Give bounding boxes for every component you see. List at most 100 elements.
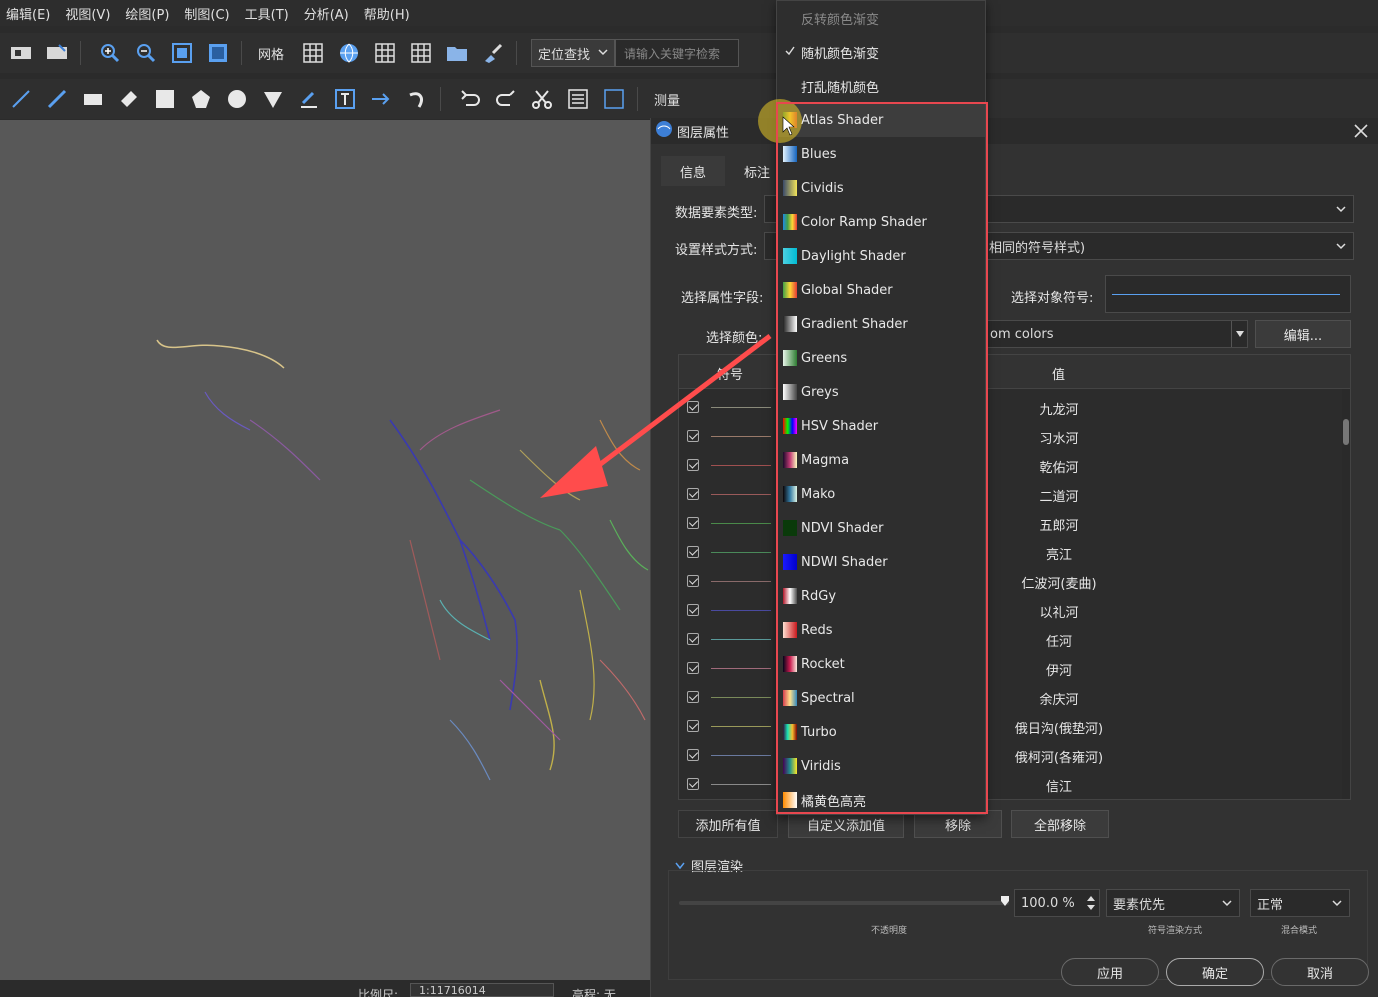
ramp-item[interactable]: Viridis — [777, 749, 985, 783]
triangle-icon[interactable] — [258, 84, 288, 114]
close-icon[interactable] — [1351, 121, 1371, 141]
search-input[interactable]: 请输入关键字检索 — [615, 39, 740, 67]
brush-icon[interactable] — [478, 38, 508, 68]
menu-item-0[interactable]: 编辑(E) — [6, 4, 50, 23]
ramp-item[interactable]: Magma — [777, 443, 985, 477]
row-symbol-line[interactable] — [711, 407, 771, 408]
row-checkbox[interactable] — [687, 401, 699, 413]
menu-item-6[interactable]: 帮助(H) — [364, 4, 410, 23]
row-symbol-line[interactable] — [711, 639, 771, 640]
eraser-icon[interactable] — [114, 84, 144, 114]
ramp-item[interactable]: Greys — [777, 375, 985, 409]
ramp-item[interactable]: Greens — [777, 341, 985, 375]
tool-1-icon[interactable] — [6, 38, 36, 68]
menu-option-1[interactable]: 随机颜色渐变 — [777, 35, 987, 69]
row-symbol-line[interactable] — [711, 610, 771, 611]
row-checkbox[interactable] — [687, 575, 699, 587]
ramp-item[interactable]: Color Ramp Shader — [777, 205, 985, 239]
row-checkbox[interactable] — [687, 488, 699, 500]
curve-arrow-icon[interactable] — [402, 84, 432, 114]
row-symbol-line[interactable] — [711, 523, 771, 524]
table-scrollbar[interactable] — [1342, 389, 1350, 799]
row-checkbox[interactable] — [687, 749, 699, 761]
zoom-layer-icon[interactable] — [203, 38, 233, 68]
row-checkbox[interactable] — [687, 720, 699, 732]
ok-button[interactable]: 确定 — [1166, 958, 1264, 986]
measure-label[interactable]: 测量 — [654, 90, 680, 109]
menu-option-2[interactable]: 打乱随机颜色 — [777, 69, 987, 103]
tab-info[interactable]: 信息 — [661, 156, 725, 186]
map-canvas[interactable] — [0, 120, 650, 980]
ramp-item[interactable]: NDVI Shader — [777, 511, 985, 545]
scissors-icon[interactable] — [527, 84, 557, 114]
ramp-item[interactable]: Global Shader — [777, 273, 985, 307]
cancel-button[interactable]: 取消 — [1271, 958, 1369, 986]
row-checkbox[interactable] — [687, 778, 699, 790]
row-symbol-line[interactable] — [711, 552, 771, 553]
row-symbol-line[interactable] — [711, 697, 771, 698]
tool-2-icon[interactable] — [42, 38, 72, 68]
row-symbol-line[interactable] — [711, 581, 771, 582]
row-checkbox[interactable] — [687, 546, 699, 558]
grid-label[interactable]: 网格 — [258, 44, 284, 63]
ramp-item[interactable]: Spectral — [777, 681, 985, 715]
grid-icon[interactable] — [298, 38, 328, 68]
ramp-item[interactable]: Atlas Shader — [777, 103, 985, 137]
square-icon[interactable] — [150, 84, 180, 114]
full-extent-icon[interactable] — [167, 38, 197, 68]
properties-icon[interactable] — [599, 84, 629, 114]
color-ramp-select[interactable]: om colors — [983, 320, 1248, 348]
row-checkbox[interactable] — [687, 604, 699, 616]
object-symbol-preview[interactable] — [1105, 275, 1351, 313]
symbol-mode-select[interactable]: 要素优先 — [1106, 889, 1240, 917]
menu-item-3[interactable]: 制图(C) — [184, 4, 229, 23]
locate-combo[interactable]: 定位查找 — [531, 39, 616, 67]
dms-grid-icon[interactable] — [406, 38, 436, 68]
opacity-slider-handle[interactable] — [1001, 895, 1009, 906]
ramp-item[interactable]: NDWI Shader — [777, 545, 985, 579]
text-box-icon[interactable] — [330, 84, 360, 114]
remove-all-button[interactable]: 全部移除 — [1011, 810, 1109, 838]
menu-item-1[interactable]: 视图(V) — [65, 4, 110, 23]
redo-icon[interactable] — [491, 84, 521, 114]
ramp-item[interactable]: Blues — [777, 137, 985, 171]
menu-item-5[interactable]: 分析(A) — [304, 4, 349, 23]
triangle-down-icon[interactable] — [1231, 321, 1247, 347]
undo-icon[interactable] — [455, 84, 485, 114]
arrow-right-icon[interactable] — [366, 84, 396, 114]
row-symbol-line[interactable] — [711, 494, 771, 495]
list-icon[interactable] — [563, 84, 593, 114]
ramp-item[interactable]: HSV Shader — [777, 409, 985, 443]
ramp-item[interactable]: Daylight Shader — [777, 239, 985, 273]
globe-icon[interactable] — [334, 38, 364, 68]
scale-input[interactable]: 1:11716014 — [410, 983, 554, 997]
blend-mode-select[interactable]: 正常 — [1250, 889, 1350, 917]
pentagon-icon[interactable] — [186, 84, 216, 114]
scrollbar-thumb[interactable] — [1343, 419, 1349, 445]
opacity-slider-track[interactable] — [679, 901, 1009, 905]
opacity-input[interactable]: 100.0 % — [1014, 889, 1100, 917]
folder-icon[interactable] — [442, 38, 472, 68]
freehand-icon[interactable] — [42, 84, 72, 114]
row-symbol-line[interactable] — [711, 436, 771, 437]
ramp-item[interactable]: 橘黄色高亮 — [777, 783, 985, 817]
ramp-item[interactable]: Cividis — [777, 171, 985, 205]
row-symbol-line[interactable] — [711, 668, 771, 669]
underline-icon[interactable] — [294, 84, 324, 114]
km-grid-icon[interactable] — [370, 38, 400, 68]
ramp-item[interactable]: Mako — [777, 477, 985, 511]
row-symbol-line[interactable] — [711, 726, 771, 727]
edit-button[interactable]: 编辑... — [1255, 320, 1351, 348]
rectangle-icon[interactable] — [78, 84, 108, 114]
row-symbol-line[interactable] — [711, 755, 771, 756]
row-symbol-line[interactable] — [711, 784, 771, 785]
row-checkbox[interactable] — [687, 430, 699, 442]
add-all-button[interactable]: 添加所有值 — [678, 810, 778, 838]
line-tool-icon[interactable] — [6, 84, 36, 114]
ramp-item[interactable]: Turbo — [777, 715, 985, 749]
spinner-icon[interactable] — [1087, 896, 1095, 910]
zoom-out-icon[interactable] — [131, 38, 161, 68]
ramp-item[interactable]: RdGy — [777, 579, 985, 613]
ramp-item[interactable]: Gradient Shader — [777, 307, 985, 341]
row-symbol-line[interactable] — [711, 465, 771, 466]
